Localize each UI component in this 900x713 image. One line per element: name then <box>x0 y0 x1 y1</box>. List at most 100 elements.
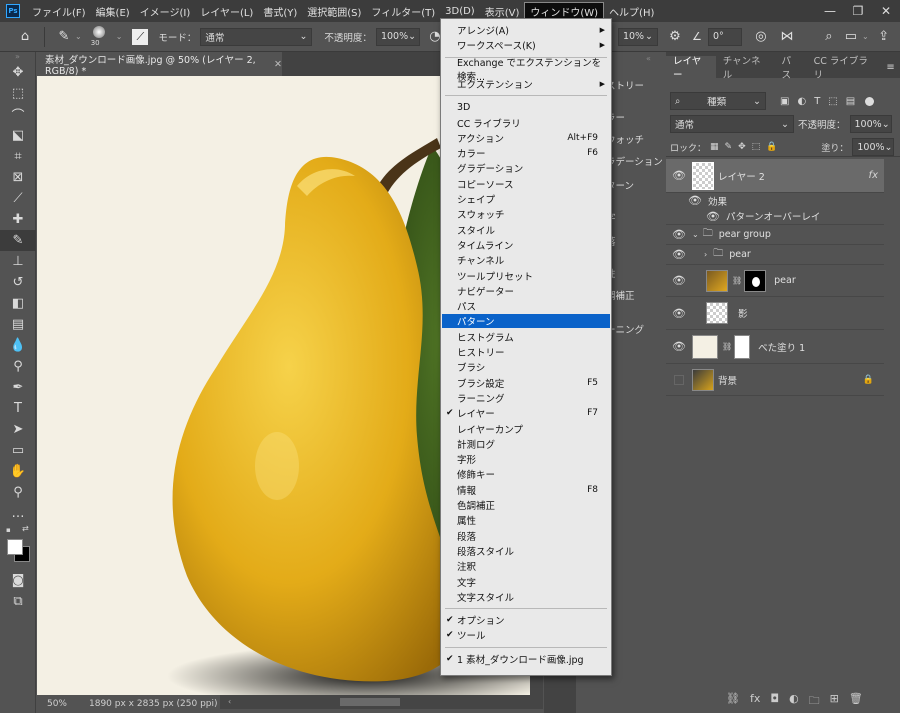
window-menu-item[interactable]: 色調補正 <box>442 498 610 512</box>
healing-brush-tool-icon[interactable]: ✚ <box>0 209 36 230</box>
window-menu-item[interactable]: ワークスペース(K) ▶ <box>442 38 610 52</box>
butterfly-symmetry-icon[interactable]: ⋈ <box>776 26 798 48</box>
layer-row[interactable]: 👁 レイヤー 2 fx <box>666 159 884 193</box>
group-name[interactable]: pear <box>729 249 751 260</box>
window-menu-item[interactable]: タイムライン <box>442 238 610 252</box>
lock-artboard-icon[interactable]: ⬚ <box>752 142 761 152</box>
layer-row[interactable]: 👁 ⛓ べた塗り 1 <box>666 330 884 364</box>
visibility-eye-icon[interactable]: 👁 <box>666 274 692 287</box>
more-tools-icon[interactable]: … <box>0 503 36 524</box>
window-menu-item[interactable]: ツールプリセット <box>442 269 610 283</box>
fx-badge[interactable]: fx <box>869 170 878 181</box>
window-menu-item[interactable]: アレンジ(A) ▶ <box>442 23 610 37</box>
brush-tool-icon[interactable]: ✎ <box>53 26 75 48</box>
chevron-down-icon[interactable]: ⌄ <box>692 230 699 239</box>
filter-adjustment-icon[interactable]: ◐ <box>797 96 806 107</box>
window-menu-item[interactable]: 修飾キー <box>442 467 610 481</box>
window-menu-item[interactable]: Exchange でエクステンションを検索... <box>442 58 610 83</box>
pressure-size-icon[interactable]: ◎ <box>750 26 772 48</box>
filter-toggle-icon[interactable] <box>865 96 875 106</box>
window-menu-item[interactable]: ✔ オプション <box>442 613 610 627</box>
chevron-down-icon[interactable]: ⌄ <box>862 32 869 41</box>
path-select-tool-icon[interactable]: ➤ <box>0 419 36 440</box>
zoom-level[interactable]: 50% <box>37 699 77 709</box>
brush-settings-panel-icon[interactable]: ⟋ <box>132 28 149 45</box>
eraser-tool-icon[interactable]: ◧ <box>0 293 36 314</box>
type-tool-icon[interactable]: T <box>0 398 36 419</box>
mode-dropdown[interactable]: 通常 ⌄ <box>200 27 313 46</box>
opacity-field[interactable]: 100% ⌄ <box>375 27 420 46</box>
blend-mode-dropdown[interactable]: 通常 ⌄ <box>670 115 794 133</box>
angle-field[interactable]: 0° <box>707 27 742 46</box>
visibility-eye-icon[interactable]: 👁 <box>666 307 692 320</box>
window-menu-item[interactable]: ヒストグラム <box>442 330 610 344</box>
visibility-eye-icon[interactable]: 👁 <box>700 210 726 223</box>
new-layer-icon[interactable]: ⊞ <box>830 692 839 711</box>
fill-field[interactable]: 100% ⌄ <box>852 138 895 156</box>
home-icon[interactable]: ⌂ <box>14 26 36 48</box>
window-menu-item[interactable]: 段落 <box>442 529 610 543</box>
filter-type-icon[interactable]: T <box>814 96 820 107</box>
link-icon[interactable]: ⛓ <box>722 342 732 351</box>
window-menu-item[interactable]: ✔ ツール <box>442 628 610 642</box>
link-layers-icon[interactable]: ⛓ <box>726 692 740 711</box>
window-menu-item[interactable]: ヒストリー <box>442 345 610 359</box>
pen-tool-icon[interactable]: ✒ <box>0 377 36 398</box>
menu-help[interactable]: ヘルプ(H) <box>604 2 659 20</box>
brush-preset-picker[interactable]: 30 <box>86 24 112 50</box>
visibility-eye-icon[interactable]: 👁 <box>682 194 708 207</box>
window-menu-item[interactable]: 計測ログ <box>442 437 610 451</box>
window-menu-item[interactable]: 属性 <box>442 513 610 527</box>
minimize-icon[interactable]: — <box>816 0 844 22</box>
window-menu-item[interactable]: パターン <box>442 314 610 329</box>
add-mask-icon[interactable]: ◘ <box>770 692 779 711</box>
dodge-tool-icon[interactable]: ⚲ <box>0 356 36 377</box>
window-menu-item[interactable]: エクステンション ▶ <box>442 77 610 91</box>
chevron-right-icon[interactable]: › <box>704 250 707 259</box>
window-menu-item[interactable]: ナビゲーター <box>442 284 610 298</box>
workspace-icon[interactable]: ▭ <box>840 26 862 48</box>
horizontal-scrollbar[interactable]: ‹ <box>220 695 543 709</box>
effects-row[interactable]: 👁 効果 <box>666 193 884 208</box>
visibility-eye-icon[interactable]: 👁 <box>666 248 692 261</box>
tab-paths[interactable]: パス <box>775 56 807 81</box>
menu-file[interactable]: ファイル(F) <box>27 2 91 20</box>
filter-kind-dropdown[interactable]: ⌕ 種類 ⌄ <box>670 92 766 110</box>
lock-all-icon[interactable]: 🔒 <box>766 142 777 152</box>
menu-type[interactable]: 書式(Y) <box>258 2 302 20</box>
gradient-tool-icon[interactable]: ▤ <box>0 314 36 335</box>
object-select-tool-icon[interactable]: ⬕ <box>0 125 36 146</box>
close-tab-icon[interactable]: ✕ <box>274 59 282 70</box>
close-icon[interactable]: ✕ <box>872 0 900 22</box>
marquee-tool-icon[interactable]: ⬚ <box>0 83 36 104</box>
window-menu-item[interactable]: コピーソース <box>442 177 610 191</box>
quick-mask-icon[interactable]: ◙ <box>0 570 36 591</box>
window-menu-item[interactable]: 字形 <box>442 452 610 466</box>
window-menu-item[interactable]: グラデーション <box>442 161 610 175</box>
zoom-tool-icon[interactable]: ⚲ <box>0 482 36 503</box>
layer-name[interactable]: べた塗り 1 <box>758 340 805 354</box>
layer-mask-thumbnail[interactable] <box>734 334 751 359</box>
move-tool-icon[interactable]: ✥ <box>0 62 36 83</box>
chevron-down-icon[interactable]: ⌄ <box>116 32 123 41</box>
window-menu-item[interactable]: レイヤーカンプ <box>442 422 610 436</box>
menu-select[interactable]: 選択範囲(S) <box>302 2 366 20</box>
layer-name[interactable]: レイヤー 2 <box>718 169 765 183</box>
menu-edit[interactable]: 編集(E) <box>91 2 135 20</box>
color-swatches[interactable]: ▪ ⇄ <box>0 524 35 570</box>
link-icon[interactable]: ⛓ <box>732 276 742 285</box>
visibility-eye-icon[interactable]: 👁 <box>666 169 692 182</box>
layer-row[interactable]: 背景 🔒 <box>666 364 884 396</box>
flow-field[interactable]: 10% ⌄ <box>617 27 658 46</box>
visibility-eye-icon[interactable]: 👁 <box>666 340 692 353</box>
layer-opacity-field[interactable]: 100% ⌄ <box>849 115 892 133</box>
visibility-toggle-empty[interactable] <box>666 374 692 385</box>
collapse-icon[interactable]: » <box>0 52 35 62</box>
fx-icon[interactable]: fx <box>750 692 760 711</box>
scroll-left-icon[interactable]: ‹ <box>228 697 231 706</box>
window-menu-item[interactable]: スタイル <box>442 223 610 237</box>
tab-layers[interactable]: レイヤー <box>666 56 716 81</box>
lock-position-icon[interactable]: ✥ <box>738 142 746 152</box>
layer-name[interactable]: 背景 <box>718 373 737 387</box>
filter-shape-icon[interactable]: ⬚ <box>828 96 837 107</box>
